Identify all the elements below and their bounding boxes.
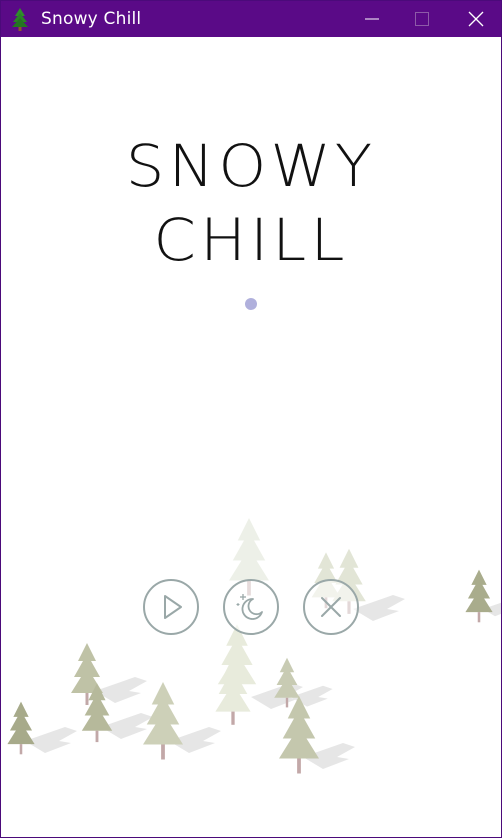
quit-button[interactable] (303, 579, 359, 635)
app-window: Snowy Chill SNOWY CHILL (0, 0, 502, 838)
minimize-button[interactable] (347, 1, 397, 37)
minimize-icon (365, 18, 379, 20)
snow-dot (245, 298, 257, 310)
tree-right (465, 569, 493, 623)
night-mode-button[interactable] (223, 579, 279, 635)
logo-line-1: SNOWY (125, 132, 377, 200)
tree-mid-1 (143, 682, 183, 760)
title-bar[interactable]: Snowy Chill (1, 1, 501, 37)
maximize-icon (415, 12, 429, 26)
moon-stars-icon (236, 594, 263, 620)
game-area[interactable]: SNOWY CHILL (1, 37, 501, 837)
play-button[interactable] (143, 579, 199, 635)
tree-far-3 (215, 624, 257, 725)
logo-line-2: CHILL (153, 206, 349, 274)
x-circle-icon (321, 597, 341, 617)
pine-tree-icon (12, 8, 28, 31)
maximize-button[interactable] (397, 1, 447, 37)
game-logo: SNOWY CHILL (1, 129, 501, 277)
tree-left-1 (7, 701, 35, 755)
window-title: Snowy Chill (41, 9, 142, 29)
close-button[interactable] (451, 1, 501, 37)
close-icon (468, 11, 484, 27)
play-icon (164, 595, 182, 619)
